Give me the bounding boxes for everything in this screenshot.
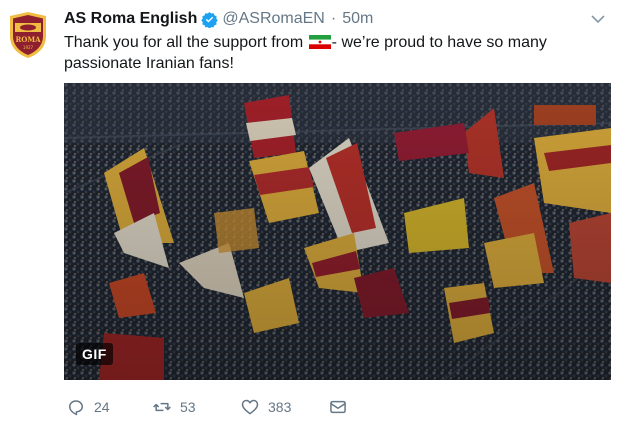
reply-button[interactable]: 24 xyxy=(66,397,152,417)
retweet-button[interactable]: 53 xyxy=(152,397,240,417)
like-count: 383 xyxy=(268,399,292,415)
heart-icon xyxy=(241,399,259,415)
tweet-text-part-1: Thank you for all the support from xyxy=(64,34,308,51)
stadium-flags-image xyxy=(64,83,611,380)
chevron-down-icon[interactable] xyxy=(590,11,606,27)
gif-badge: GIF xyxy=(76,343,113,365)
svg-text:ROMA: ROMA xyxy=(15,35,41,44)
tweet-header: AS Roma English @ASRomaEN · 50m xyxy=(64,9,612,29)
timestamp[interactable]: 50m xyxy=(342,10,373,28)
direct-message-button[interactable] xyxy=(328,397,348,417)
reply-count: 24 xyxy=(94,399,110,415)
separator: · xyxy=(330,10,337,27)
tweet-text: Thank you for all the support from - we’… xyxy=(64,32,614,74)
iran-flag-icon xyxy=(308,34,331,49)
verified-badge-icon xyxy=(201,11,219,28)
tweet-actions: 24 53 383 xyxy=(66,397,348,417)
like-button[interactable]: 383 xyxy=(240,397,328,417)
svg-text:1927: 1927 xyxy=(23,45,34,50)
envelope-icon xyxy=(330,400,346,414)
reply-icon xyxy=(69,400,83,416)
user-handle[interactable]: @ASRomaEN xyxy=(222,10,325,28)
roma-crest-icon: ROMA 1927 xyxy=(10,12,46,58)
media-gif[interactable]: GIF xyxy=(64,83,611,380)
retweet-icon xyxy=(153,402,171,412)
retweet-count: 53 xyxy=(180,399,196,415)
display-name[interactable]: AS Roma English xyxy=(64,10,197,28)
avatar[interactable]: ROMA 1927 xyxy=(7,10,49,60)
